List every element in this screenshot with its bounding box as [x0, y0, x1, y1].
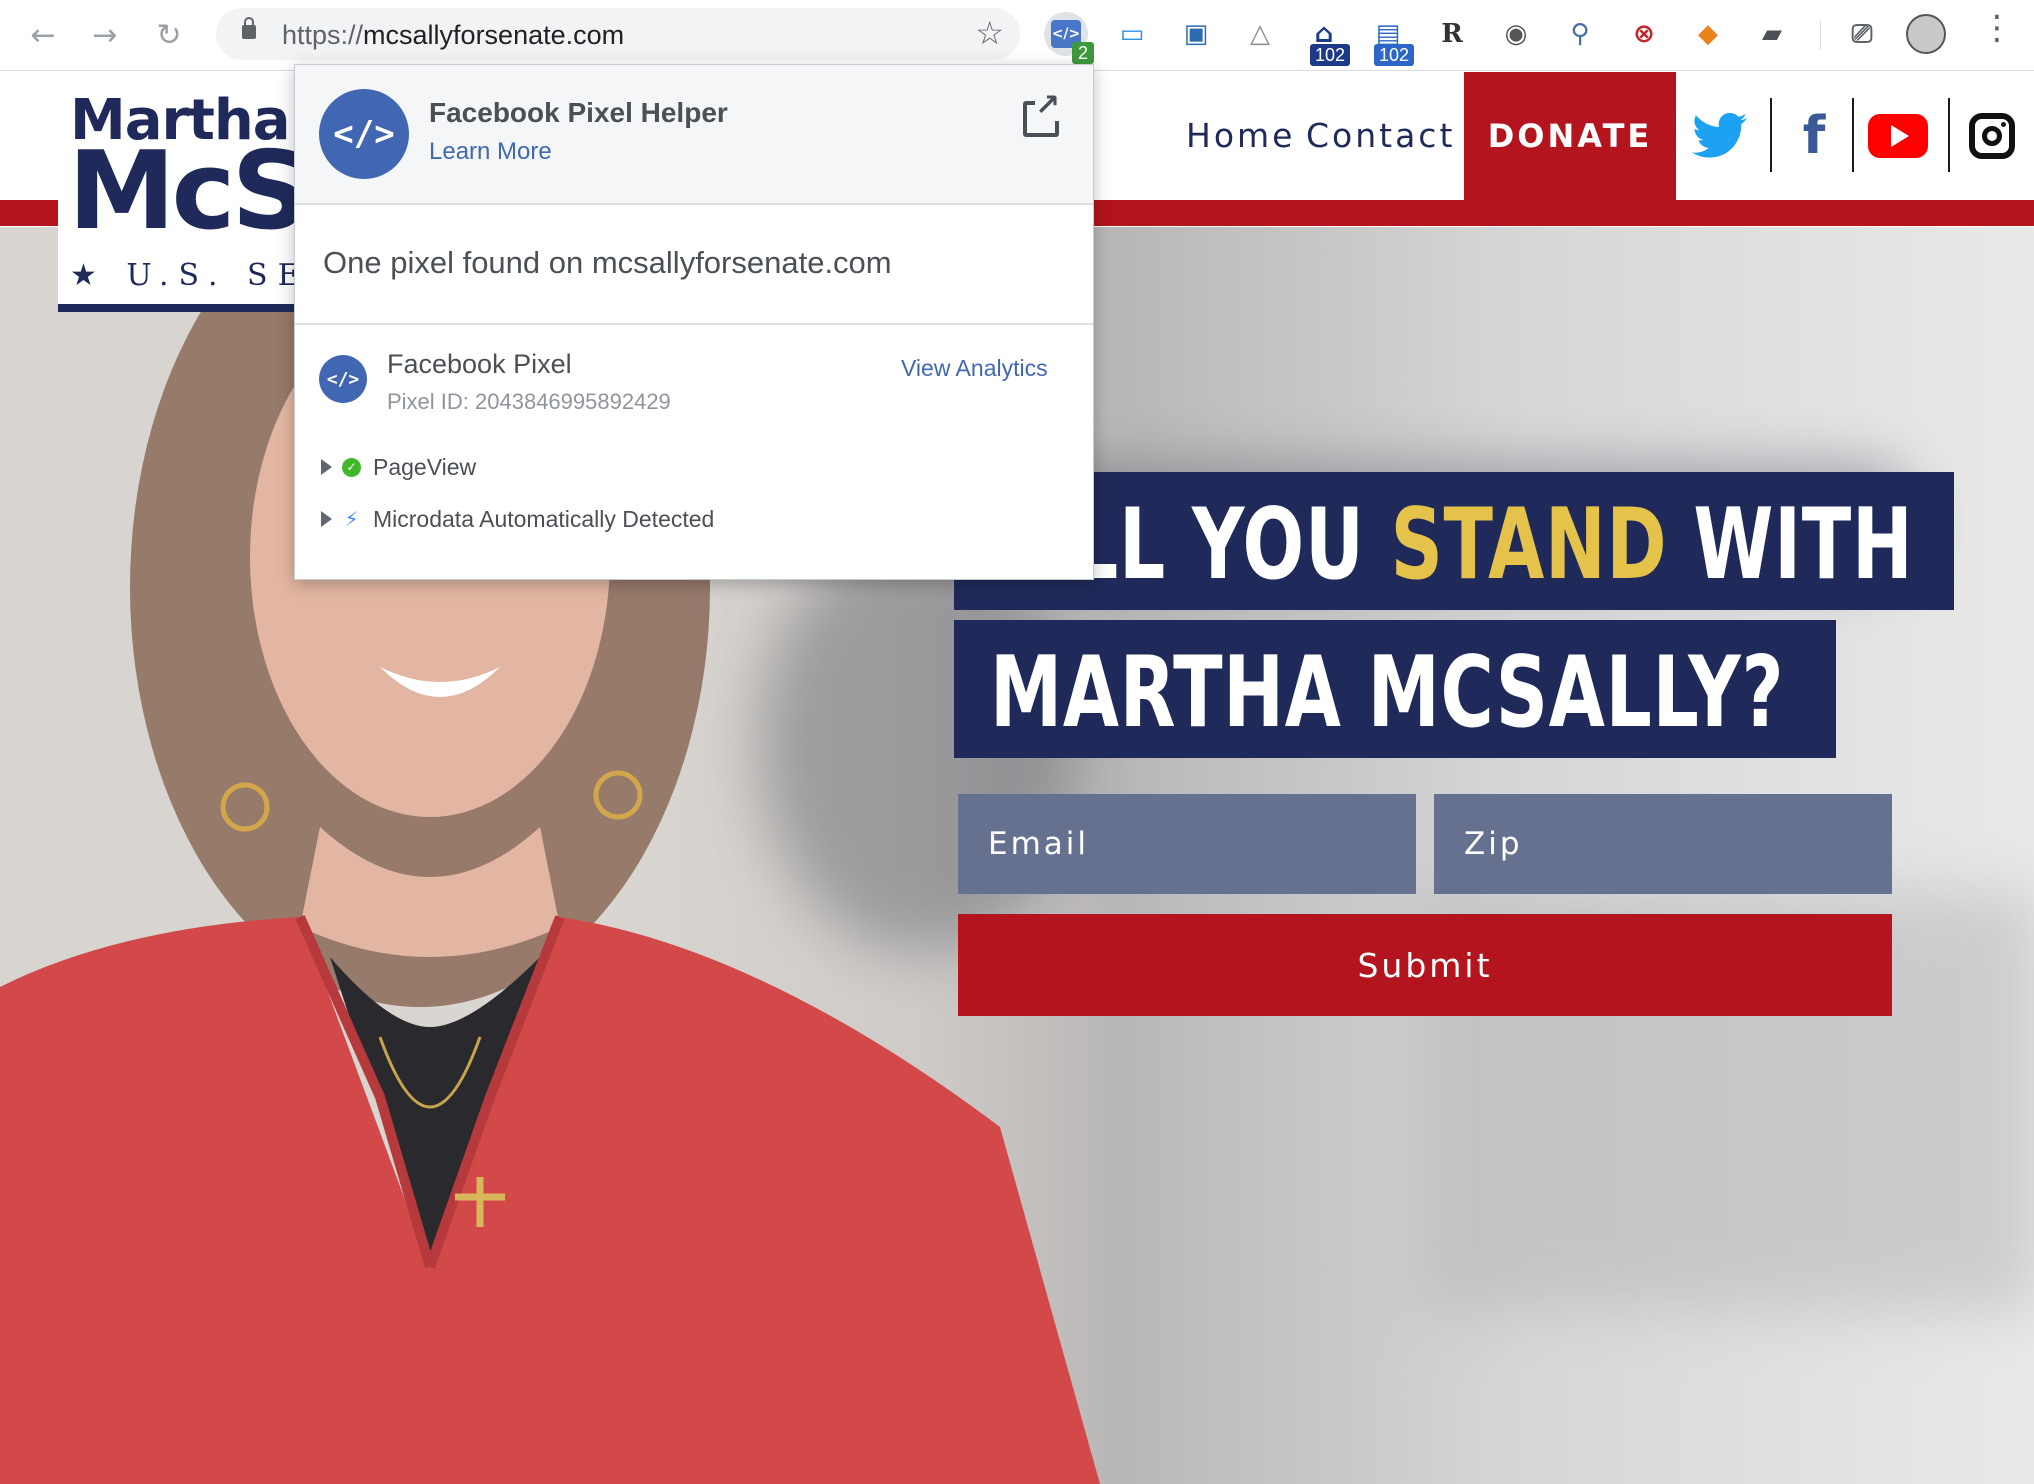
lightning-bolt-icon: ⚡: [344, 507, 359, 531]
social-divider: [1852, 98, 1854, 172]
menu-kebab-icon[interactable]: ⋮: [1980, 8, 2014, 48]
open-external-icon[interactable]: [1023, 91, 1061, 137]
learn-more-link[interactable]: Learn More: [429, 138, 552, 166]
pixel-helper-popup: </> Facebook Pixel Helper Learn More One…: [294, 64, 1094, 580]
drive-extension-icon[interactable]: △: [1238, 12, 1282, 56]
search-extension-icon[interactable]: ⚲: [1558, 12, 1602, 56]
logo-subtitle: ★ U.S. SE: [70, 258, 308, 293]
blocker-extension-icon[interactable]: ⊗: [1622, 12, 1666, 56]
zip-input[interactable]: [1434, 794, 1892, 894]
address-bar[interactable]: https://mcsallyforsenate.com ☆: [216, 8, 1020, 60]
site-logo[interactable]: Martha McSA ★ U.S. SE: [58, 72, 308, 312]
cast-icon[interactable]: ⎚: [1840, 12, 1884, 56]
bookmark-star-icon[interactable]: ☆: [975, 14, 1004, 52]
screenshot-extension-icon[interactable]: ▣: [1174, 12, 1218, 56]
nav-contact-link[interactable]: Contact: [1306, 116, 1455, 155]
chat-extension-icon[interactable]: ▰: [1750, 12, 1794, 56]
social-divider: [1770, 98, 1772, 172]
nav-home-link[interactable]: Home: [1186, 116, 1295, 155]
browser-toolbar: ← → ↻ https://mcsallyforsenate.com ☆ </>…: [0, 0, 2034, 71]
window-extension-icon[interactable]: ▭: [1110, 12, 1154, 56]
profile-avatar[interactable]: [1906, 14, 1946, 54]
pixel-found-summary: One pixel found on mcsallyforsenate.com: [323, 245, 892, 280]
twitter-icon[interactable]: [1690, 106, 1750, 166]
headline-line-2: MARTHA MCSALLY?: [954, 620, 1836, 758]
barcode-extension-icon[interactable]: ▤ 102: [1366, 12, 1414, 66]
event-label: PageView: [373, 453, 477, 480]
expand-triangle-icon[interactable]: [321, 511, 332, 527]
youtube-icon[interactable]: [1868, 106, 1928, 166]
social-divider: [1948, 98, 1950, 172]
headline-text-2: MARTHA MCSALLY?: [990, 636, 1785, 750]
lock-icon[interactable]: [242, 17, 256, 39]
view-analytics-link[interactable]: View Analytics: [901, 355, 1048, 382]
event-row-microdata[interactable]: ⚡ Microdata Automatically Detected: [321, 502, 714, 536]
popup-divider: [295, 323, 1093, 325]
extension-badge: 2: [1072, 42, 1094, 64]
headline-line-1: LL YOU STAND WITH: [954, 472, 1954, 610]
facebook-icon[interactable]: f: [1784, 106, 1844, 166]
toolbar-separator: [1820, 20, 1821, 50]
pixel-helper-extension-icon[interactable]: </> 2: [1044, 12, 1094, 64]
submit-button[interactable]: Submit: [958, 914, 1892, 1016]
fox-extension-icon[interactable]: ◆: [1686, 12, 1730, 56]
popup-header: </> Facebook Pixel Helper Learn More: [295, 65, 1093, 205]
forward-icon[interactable]: →: [84, 14, 126, 56]
back-icon[interactable]: ←: [22, 14, 64, 56]
pixel-id: Pixel ID: 2043846995892429: [387, 389, 671, 414]
event-label: Microdata Automatically Detected: [373, 505, 715, 532]
pixel-helper-logo-icon: </>: [319, 89, 409, 179]
popup-title: Facebook Pixel Helper: [429, 97, 728, 128]
event-row-pageview[interactable]: ✓ PageView: [321, 450, 476, 484]
success-check-icon: ✓: [342, 457, 361, 477]
pixel-name: Facebook Pixel: [387, 349, 572, 379]
logo-last-name: McSA: [68, 129, 308, 254]
expand-triangle-icon[interactable]: [321, 459, 332, 475]
headline-text-1: LL YOU STAND WITH: [1072, 488, 1914, 602]
extension-badge: 102: [1374, 44, 1414, 66]
email-input[interactable]: [958, 794, 1416, 894]
eye-extension-icon[interactable]: ◉: [1494, 12, 1538, 56]
instagram-icon[interactable]: [1962, 106, 2022, 166]
url-text[interactable]: https://mcsallyforsenate.com: [282, 20, 624, 51]
tag-extension-icon[interactable]: ⌂ 102: [1302, 12, 1350, 66]
reader-extension-icon[interactable]: R: [1430, 12, 1474, 56]
reload-icon[interactable]: ↻: [148, 14, 190, 56]
pixel-icon: </>: [319, 355, 367, 403]
extension-badge: 102: [1310, 44, 1350, 66]
donate-button[interactable]: DONATE: [1464, 72, 1676, 200]
